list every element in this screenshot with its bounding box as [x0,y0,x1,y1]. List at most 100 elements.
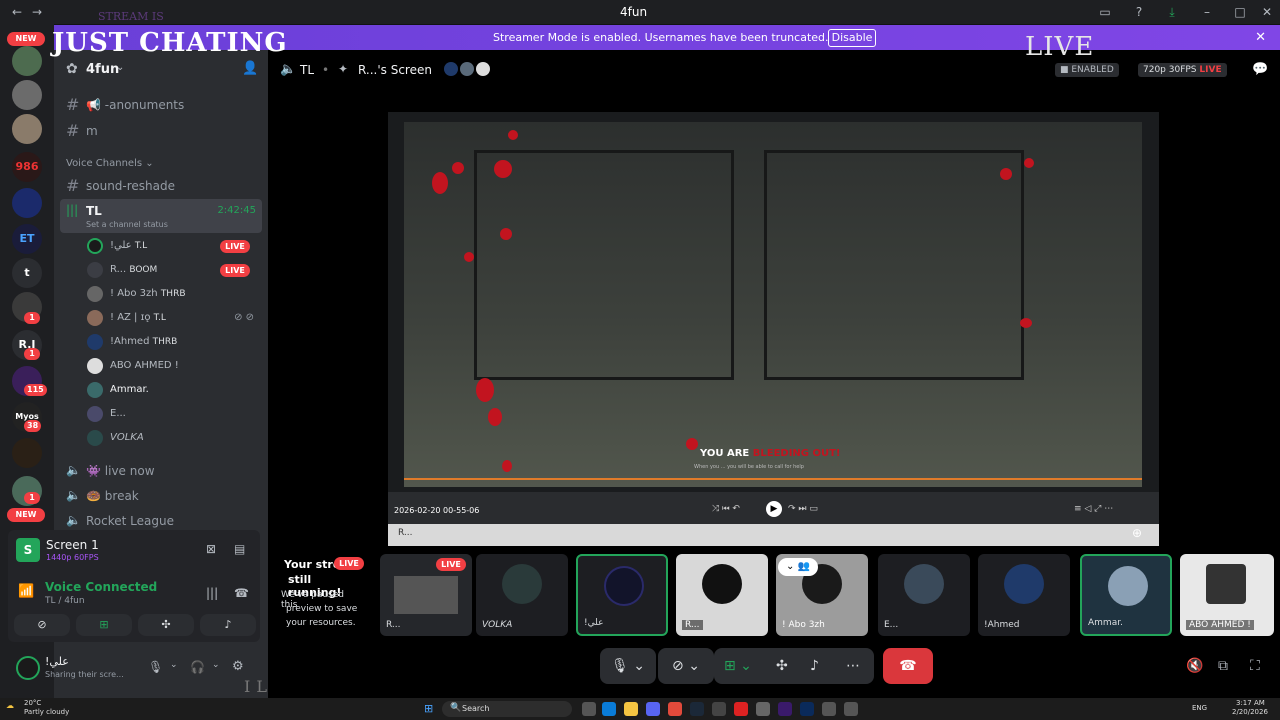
participant-tile[interactable]: VOLKA [476,554,568,636]
acrobat-icon[interactable] [734,702,748,716]
voice-location[interactable]: TL / 4fun [45,596,85,606]
participant-tile[interactable]: ABO AHMED ! [1180,554,1274,636]
server-icon[interactable]: 986 [12,152,42,182]
voice-user[interactable]: Ammar. [84,380,260,402]
download-icon[interactable]: ⤓ [1165,5,1179,19]
popout-icon[interactable]: ⧉ [1218,658,1228,674]
add-friend-icon[interactable]: 👤 [242,61,258,76]
participant-tile[interactable]: E... [878,554,970,636]
participant-tile[interactable]: LIVE R... [380,554,472,636]
maximize-icon[interactable]: □ [1233,5,1247,19]
camera-button[interactable]: ⊘ ⌄ [658,648,714,684]
category-voice-channels[interactable]: Voice Channels ⌄ [66,158,154,169]
user-name[interactable]: !ﻋﻠﻲ [45,655,69,668]
progress-bar[interactable] [404,478,1142,480]
channel-m[interactable]: # m [62,120,260,142]
voice-user[interactable]: !ﻋﻠﻲ T.L LIVE [84,236,260,258]
chat-icon[interactable]: 💬 [1252,62,1268,77]
forward-arrow-icon[interactable]: → [30,5,44,19]
chevron-down-icon[interactable]: ⌄ [212,660,220,670]
chrome-icon[interactable] [668,702,682,716]
channel-sound-reshade[interactable]: # sound-reshade [62,175,260,197]
avatar[interactable] [16,656,40,680]
search-box[interactable]: 🔍 Search [442,701,572,717]
help-icon[interactable]: ? [1132,5,1146,19]
weather-icon[interactable]: ☁ [6,701,14,710]
weather-temp[interactable]: 20°C [24,699,41,707]
close-banner-icon[interactable]: ✕ [1255,30,1266,45]
voice-connected-label[interactable]: Voice Connected [45,580,157,594]
zoom-icon[interactable]: ⊕ [1132,526,1142,540]
edge-icon[interactable] [602,702,616,716]
camera-off-button[interactable]: ⊘ [14,614,70,636]
player-buttons-icon[interactable]: ⤨ ⏮ ↶ [712,504,740,514]
server-icon[interactable] [12,80,42,110]
aftereffects-icon[interactable] [778,702,792,716]
close-window-icon[interactable]: ✕ [1260,5,1274,19]
stream-settings-icon[interactable]: ▤ [234,542,245,556]
server-icon[interactable]: t [12,258,42,288]
stop-stream-icon[interactable]: ⊠ [206,542,216,556]
steam-icon[interactable] [690,702,704,716]
player-buttons-icon[interactable]: ↷ ⏭ ▭ [788,504,818,514]
collapse-participants-button[interactable]: ⌄ 👥 [778,558,818,576]
minimize-icon[interactable]: – [1200,5,1214,19]
voice-user[interactable]: E... [84,404,260,426]
windows-start-icon[interactable]: ⊞ [424,702,433,715]
channel-break[interactable]: 🔈 🍩 break [62,485,260,507]
channel-status[interactable]: Set a channel status [86,220,168,229]
signal-icon[interactable]: 📶 [18,584,34,599]
screen-share-button[interactable]: ⊞ [76,614,132,636]
screen-share-icon[interactable]: ⊞ ⌄ [724,648,752,684]
app-icon[interactable] [756,702,770,716]
taskview-icon[interactable] [582,702,596,716]
headphones-icon[interactable]: 🎧 [190,660,205,674]
clock-date[interactable]: 2/20/2026 [1232,708,1268,716]
microphone-button[interactable]: 🎙 ⌄ [600,648,656,684]
photoshop-icon[interactable] [800,702,814,716]
activities-button[interactable]: ✣ [138,614,194,636]
gear-icon[interactable]: ⚙ [232,659,244,674]
noise-suppression-icon[interactable]: ||| [206,586,218,600]
participant-tile[interactable]: !Ahmed [978,554,1070,636]
app-icon[interactable] [844,702,858,716]
voice-user[interactable]: !Ahmed THRB [84,332,260,354]
explorer-icon[interactable] [624,702,638,716]
voice-user[interactable]: R... BOOM LIVE [84,260,260,282]
channel-rocket-league[interactable]: 🔈 Rocket League [62,510,260,532]
server-icon[interactable] [12,188,42,218]
weather-desc[interactable]: Partly cloudy [24,708,69,716]
volume-muted-icon[interactable]: 🔇 [1186,658,1203,674]
microphone-icon[interactable]: 🎙 [148,660,163,674]
stream-viewer[interactable]: YOU ARE BLEEDING OUT! When you ... you w… [388,112,1159,546]
clock-time[interactable]: 3:17 AM [1236,699,1265,707]
channel-anonuments[interactable]: # 📢 -anonuments [62,94,260,116]
voice-user[interactable]: ! AZ | ɪǫ T.L ⊘ ⊘ [84,308,260,330]
voice-user[interactable]: VOLKA [84,428,260,450]
fullscreen-icon[interactable]: ⛶ [1250,658,1260,674]
server-icon[interactable] [12,438,42,468]
discord-taskbar-icon[interactable] [646,702,660,716]
soundboard-icon[interactable]: ♪ [810,648,819,684]
activities-icon[interactable]: ✣ [776,648,788,684]
server-icon[interactable] [12,46,42,76]
disconnect-icon[interactable]: ☎ [234,586,249,600]
participant-tile[interactable]: Ammar. [1080,554,1172,636]
app-icon[interactable] [712,702,726,716]
player-options-icon[interactable]: ≡ ◁ ⤢ ⋯ [1074,504,1113,514]
voice-user[interactable]: ABO AHMED ! [84,356,260,378]
play-icon[interactable]: ▶ [766,501,782,517]
participant-tile[interactable]: ! Abo 3zh ⌄ 👥 [776,554,868,636]
channel-live-now[interactable]: 🔈 👾 live now [62,460,260,482]
server-icon[interactable]: ET [12,224,42,254]
language-indicator[interactable]: ENG [1192,704,1207,712]
more-icon[interactable]: ⋯ [846,648,860,684]
inbox-icon[interactable]: ▭ [1098,5,1112,19]
participant-tile[interactable]: !ﻋﻠﻲ [576,554,668,636]
voice-user[interactable]: ! Abo 3zh THRB [84,284,260,306]
disable-button[interactable]: Disable [828,29,876,47]
back-arrow-icon[interactable]: ← [10,5,24,19]
participant-tile[interactable]: R... [676,554,768,636]
screen-label[interactable]: R...'s Screen [358,63,432,77]
soundboard-button[interactable]: ♪ [200,614,256,636]
